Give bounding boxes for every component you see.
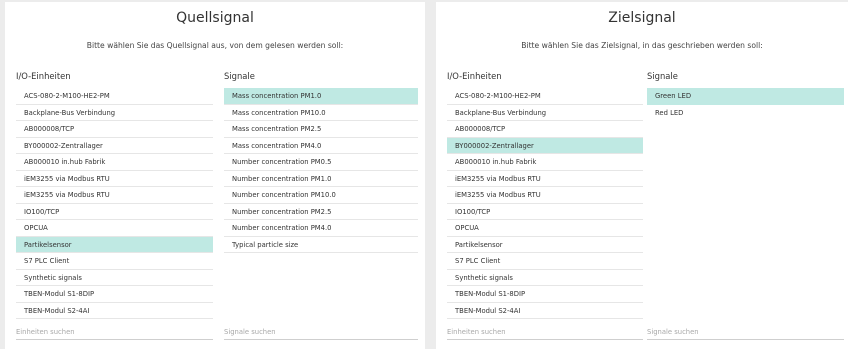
source-unit-list-item[interactable]: iEM3255 via Modbus RTU: [16, 187, 213, 204]
target-signals-search-input[interactable]: [647, 325, 844, 340]
source-signal-list-item[interactable]: Mass concentration PM1.0: [224, 88, 418, 105]
target-panel-title: Zielsignal: [608, 10, 676, 26]
target-unit-list-item[interactable]: Synthetic signals: [447, 270, 643, 286]
target-unit-list-item[interactable]: BY000002-Zentrallager: [447, 137, 643, 154]
source-unit-list-item[interactable]: Partikelsensor: [16, 236, 213, 253]
target-signals-header: Signale: [647, 71, 678, 81]
source-signal-list-item[interactable]: Mass concentration PM4.0: [224, 138, 418, 154]
source-signal-panel: Quellsignal Bitte wählen Sie das Quellsi…: [5, 2, 425, 349]
source-unit-list-item[interactable]: Synthetic signals: [16, 270, 213, 286]
target-unit-list-item[interactable]: iEM3255 via Modbus RTU: [447, 187, 643, 204]
source-unit-list-item[interactable]: BY000002-Zentrallager: [16, 138, 213, 154]
target-unit-list-item[interactable]: TBEN-Modul S2-4AI: [447, 303, 643, 319]
target-units-list: ACS-080-2-M100-HE2-PM Backplane-Bus Verbi…: [447, 88, 643, 319]
target-signal-list-item[interactable]: Red LED: [647, 105, 844, 122]
source-signal-list-item[interactable]: Mass concentration PM2.5: [224, 121, 418, 138]
source-signals-search-input[interactable]: [224, 325, 418, 340]
target-unit-list-item[interactable]: S7 PLC Client: [447, 253, 643, 270]
target-units-search-input[interactable]: [447, 325, 643, 340]
source-unit-list-item[interactable]: ACS-080-2-M100-HE2-PM: [16, 88, 213, 105]
source-unit-list-item[interactable]: AB000008/TCP: [16, 121, 213, 138]
source-signal-list-item[interactable]: Number concentration PM10.0: [224, 187, 418, 204]
source-panel-subtitle: Bitte wählen Sie das Quellsignal aus, vo…: [86, 41, 344, 50]
target-unit-list-item[interactable]: OPCUA: [447, 220, 643, 237]
source-unit-list-item[interactable]: AB000010 in.hub Fabrik: [16, 154, 213, 171]
target-unit-list-item[interactable]: ACS-080-2-M100-HE2-PM: [447, 88, 643, 105]
target-panel-subtitle: Bitte wählen Sie das Zielsignal, in das …: [521, 41, 763, 50]
source-signal-list-item[interactable]: Number concentration PM0.5: [224, 154, 418, 171]
source-signals-list: Mass concentration PM1.0 Mass concentrati…: [224, 88, 418, 253]
source-units-list: ACS-080-2-M100-HE2-PM Backplane-Bus Verbi…: [16, 88, 213, 319]
source-unit-list-item[interactable]: TBEN-Modul S2-4AI: [16, 303, 213, 319]
source-signal-list-item[interactable]: Number concentration PM2.5: [224, 204, 418, 220]
source-signals-header: Signale: [224, 71, 255, 81]
source-signal-list-item[interactable]: Number concentration PM1.0: [224, 171, 418, 187]
source-unit-list-item[interactable]: TBEN-Modul S1-8DIP: [16, 286, 213, 303]
target-units-header: I/O-Einheiten: [447, 71, 502, 81]
target-signal-panel: Zielsignal Bitte wählen Sie das Zielsign…: [436, 2, 848, 349]
target-unit-list-item[interactable]: AB000010 in.hub Fabrik: [447, 154, 643, 171]
target-unit-list-item[interactable]: Backplane-Bus Verbindung: [447, 105, 643, 121]
target-unit-list-item[interactable]: TBEN-Modul S1-8DIP: [447, 286, 643, 303]
source-units-header: I/O-Einheiten: [16, 71, 71, 81]
target-unit-list-item[interactable]: Partikelsensor: [447, 237, 643, 253]
source-unit-list-item[interactable]: iEM3255 via Modbus RTU: [16, 171, 213, 187]
source-panel-title: Quellsignal: [176, 10, 254, 26]
source-unit-list-item[interactable]: Backplane-Bus Verbindung: [16, 105, 213, 121]
source-unit-list-item[interactable]: OPCUA: [16, 220, 213, 237]
source-unit-list-item[interactable]: IO100/TCP: [16, 204, 213, 220]
source-units-search-input[interactable]: [16, 325, 213, 340]
source-signal-list-item[interactable]: Typical particle size: [224, 237, 418, 253]
target-unit-list-item[interactable]: IO100/TCP: [447, 204, 643, 220]
source-unit-list-item[interactable]: S7 PLC Client: [16, 253, 213, 270]
target-signal-list-item[interactable]: Green LED: [647, 88, 844, 105]
target-unit-list-item[interactable]: AB000008/TCP: [447, 121, 643, 138]
target-unit-list-item[interactable]: iEM3255 via Modbus RTU: [447, 171, 643, 187]
source-signal-list-item[interactable]: Number concentration PM4.0: [224, 220, 418, 237]
source-signal-list-item[interactable]: Mass concentration PM10.0: [224, 105, 418, 121]
target-signals-list: Green LED Red LED: [647, 88, 844, 121]
